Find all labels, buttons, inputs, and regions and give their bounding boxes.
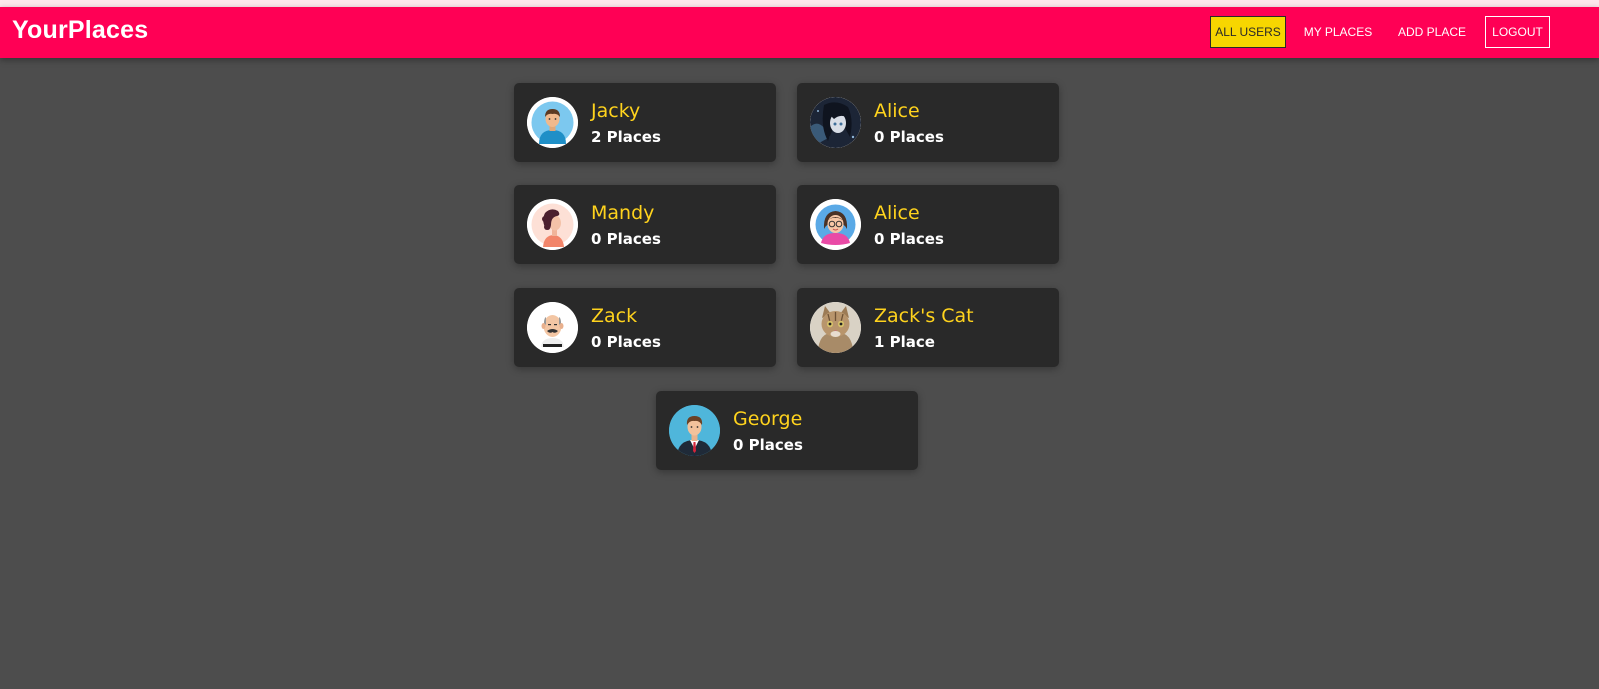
user-card-mandy[interactable]: Mandy 0 Places <box>514 185 776 264</box>
user-card-zacks-cat[interactable]: Zack's Cat 1 Place <box>797 288 1059 367</box>
user-card-alice[interactable]: Alice 0 Places <box>797 83 1059 162</box>
nav-all-users[interactable]: ALL USERS <box>1210 16 1286 48</box>
user-card-alice-2[interactable]: Alice 0 Places <box>797 185 1059 264</box>
place-count: 0 Places <box>733 436 803 454</box>
man-blue-shirt-avatar <box>527 97 578 148</box>
nav-logout-button[interactable]: LOGOUT <box>1485 16 1550 48</box>
user-name: Alice <box>874 202 920 224</box>
user-card-jacky[interactable]: Jacky 2 Places <box>514 83 776 162</box>
place-count: 0 Places <box>591 333 661 351</box>
cat-photo-avatar <box>810 302 861 353</box>
woman-glasses-avatar <box>810 199 861 250</box>
place-count: 2 Places <box>591 128 661 146</box>
bald-man-mustache-avatar <box>527 302 578 353</box>
user-card-george[interactable]: George 0 Places <box>656 391 918 470</box>
main-header: YourPlaces ALL USERS MY PLACES ADD PLACE… <box>0 7 1599 58</box>
user-name: Jacky <box>591 100 641 122</box>
place-count: 0 Places <box>591 230 661 248</box>
nav-add-place[interactable]: ADD PLACE <box>1392 16 1472 48</box>
man-suit-avatar <box>669 405 720 456</box>
place-count: 1 Place <box>874 333 935 351</box>
woman-curly-hair-avatar <box>527 199 578 250</box>
nav-my-places[interactable]: MY PLACES <box>1300 16 1376 48</box>
place-count: 0 Places <box>874 128 944 146</box>
user-name: Alice <box>874 100 920 122</box>
user-name: George <box>733 408 803 430</box>
place-count: 0 Places <box>874 230 944 248</box>
browser-top-strip <box>0 0 1599 7</box>
anime-girl-avatar <box>810 97 861 148</box>
user-name: Zack <box>591 305 638 327</box>
user-name: Zack's Cat <box>874 305 974 327</box>
user-name: Mandy <box>591 202 655 224</box>
user-card-zack[interactable]: Zack 0 Places <box>514 288 776 367</box>
brand-logo-link[interactable]: YourPlaces <box>12 16 148 45</box>
